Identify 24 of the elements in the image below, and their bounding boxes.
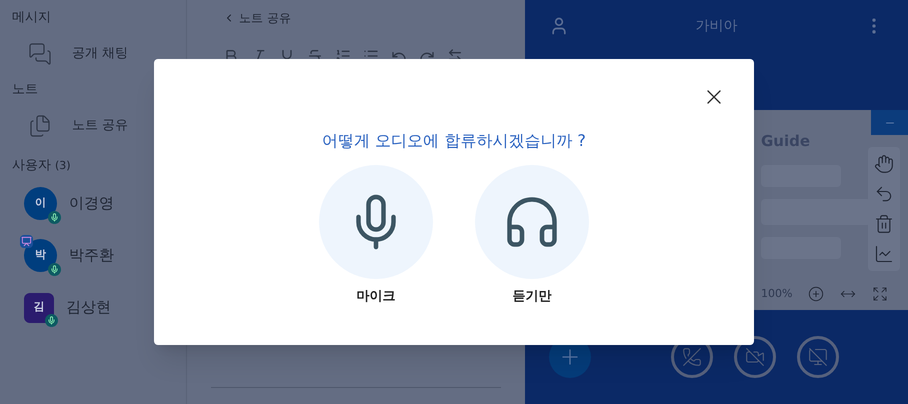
documents-icon <box>28 114 52 138</box>
dialog-question: 어떻게 오디오에 합류하시겠습니까 ? <box>322 130 586 152</box>
section-title: 사용자 <box>12 157 51 175</box>
mic-badge-icon <box>48 211 61 224</box>
trash-icon[interactable] <box>874 214 894 234</box>
video-off-icon <box>745 347 765 367</box>
monitor-off-icon <box>808 347 828 367</box>
chat-bubbles-icon <box>28 42 52 66</box>
mic-badge-icon <box>48 263 61 276</box>
user-count: (3) <box>55 158 71 174</box>
undo-icon[interactable] <box>874 184 894 204</box>
fullscreen-icon[interactable] <box>872 286 888 302</box>
hand-icon[interactable] <box>874 154 894 174</box>
header-title: 가비아 <box>696 17 738 36</box>
mic-badge-icon <box>45 314 58 326</box>
zoom-in-icon[interactable] <box>808 286 824 302</box>
phone-off-icon <box>682 347 702 367</box>
user-avatar: 이 <box>24 187 57 220</box>
user-avatar: 김 <box>24 292 54 322</box>
section-title: 메시지 <box>12 9 52 27</box>
chart-icon[interactable] <box>874 244 894 264</box>
section-title: 노트 <box>12 81 39 99</box>
audio-option[interactable]: 마이크 <box>319 165 433 306</box>
audio-option[interactable]: 듣기만 <box>475 165 589 306</box>
